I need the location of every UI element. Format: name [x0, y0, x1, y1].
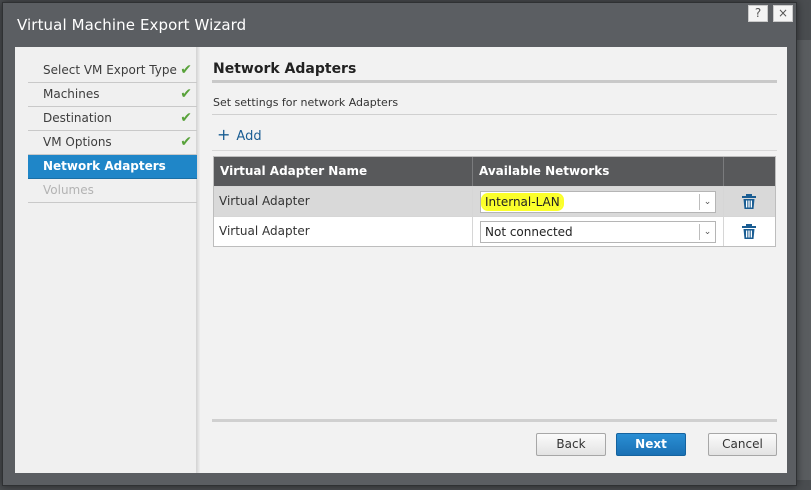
checkmark-icon: ✔: [180, 110, 192, 126]
table-row[interactable]: Virtual Adapter Internal-LAN ⌄: [214, 186, 775, 216]
divider: [212, 114, 777, 115]
plus-icon: +: [217, 125, 231, 144]
column-header-adapter-name[interactable]: Virtual Adapter Name: [214, 157, 473, 186]
checkmark-icon: ✔: [180, 86, 192, 102]
next-button[interactable]: Next: [616, 433, 686, 456]
actions-cell: [724, 187, 775, 216]
wizard-steps-sidebar: Select VM Export Type ✔ Machines ✔ Desti…: [15, 47, 198, 473]
wizard-body: Select VM Export Type ✔ Machines ✔ Desti…: [15, 47, 787, 473]
checkmark-icon: ✔: [180, 134, 192, 150]
sidebar-divider: [197, 47, 200, 473]
trash-icon[interactable]: [742, 194, 756, 209]
page-title: Network Adapters: [213, 61, 357, 77]
network-select-value: Internal-LAN: [483, 195, 562, 209]
divider: [212, 419, 777, 422]
step-volumes: Volumes: [28, 179, 198, 203]
chevron-down-icon[interactable]: ⌄: [699, 224, 715, 240]
network-select[interactable]: Not connected ⌄: [480, 221, 716, 243]
step-label: Machines: [43, 87, 100, 101]
adapters-table: Virtual Adapter Name Available Networks …: [213, 156, 776, 247]
step-label: Network Adapters: [43, 159, 166, 173]
page-subtitle: Set settings for network Adapters: [213, 96, 399, 109]
network-cell: Not connected ⌄: [473, 217, 724, 246]
step-label: VM Options: [43, 135, 112, 149]
cancel-button[interactable]: Cancel: [708, 433, 777, 456]
column-header-actions: [724, 157, 775, 186]
chevron-down-icon[interactable]: ⌄: [699, 194, 715, 210]
step-destination[interactable]: Destination ✔: [28, 107, 198, 131]
steps-list: Select VM Export Type ✔ Machines ✔ Desti…: [28, 59, 198, 203]
step-label: Volumes: [43, 183, 94, 197]
back-button[interactable]: Back: [536, 433, 606, 456]
network-select-value: Not connected: [485, 225, 573, 239]
network-adapters-panel: Network Adapters Set settings for networ…: [212, 47, 777, 473]
column-header-available-networks[interactable]: Available Networks: [473, 157, 724, 186]
step-network-adapters[interactable]: Network Adapters: [28, 155, 198, 179]
actions-cell: [724, 217, 775, 246]
adapter-name-cell: Virtual Adapter: [214, 217, 473, 246]
add-adapter-button[interactable]: + Add: [217, 125, 262, 144]
window-title: Virtual Machine Export Wizard: [17, 16, 247, 34]
divider: [212, 150, 777, 151]
checkmark-icon: ✔: [180, 62, 192, 78]
network-cell: Internal-LAN ⌄: [473, 187, 724, 216]
step-label: Destination: [43, 111, 112, 125]
table-header: Virtual Adapter Name Available Networks: [214, 157, 775, 186]
adapter-name-cell: Virtual Adapter: [214, 187, 473, 216]
step-select-vm-export-type[interactable]: Select VM Export Type ✔: [28, 59, 198, 83]
add-label: Add: [236, 129, 262, 144]
export-wizard-dialog: Virtual Machine Export Wizard ? × Select…: [2, 2, 797, 486]
close-button[interactable]: ×: [773, 5, 793, 22]
step-machines[interactable]: Machines ✔: [28, 83, 198, 107]
trash-icon[interactable]: [742, 224, 756, 239]
help-button[interactable]: ?: [748, 5, 768, 22]
title-bar: Virtual Machine Export Wizard: [3, 3, 796, 47]
step-label: Select VM Export Type: [43, 63, 177, 77]
table-row[interactable]: Virtual Adapter Not connected ⌄: [214, 216, 775, 246]
network-select[interactable]: Internal-LAN ⌄: [480, 191, 716, 213]
divider: [212, 80, 777, 83]
step-vm-options[interactable]: VM Options ✔: [28, 131, 198, 155]
